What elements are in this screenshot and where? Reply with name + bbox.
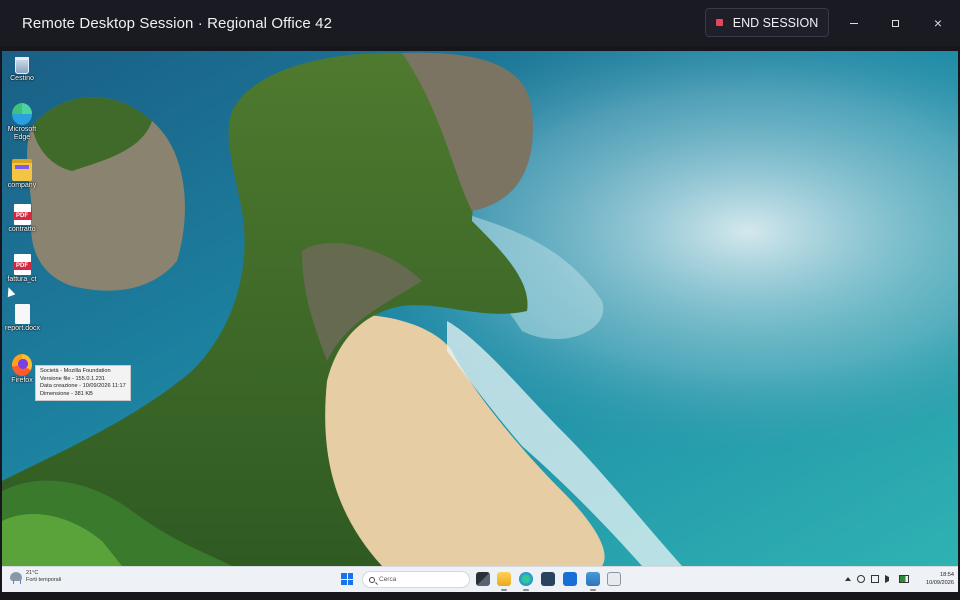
tooltip-line: Dimensione - 381 KB — [40, 390, 93, 397]
store-icon[interactable] — [541, 572, 555, 586]
start-button[interactable] — [341, 573, 353, 585]
task-view-button[interactable] — [476, 572, 490, 586]
folder-icon — [12, 159, 32, 181]
taskbar-search[interactable]: Cerca — [362, 571, 470, 588]
system-tray — [845, 575, 909, 583]
search-icon — [369, 576, 375, 583]
desktop-icon-label: fattura_ct — [7, 276, 37, 283]
end-session-label: END SESSION — [732, 15, 819, 30]
pdf-icon: PDF — [12, 254, 32, 275]
desktop-icon-contratto[interactable]: PDF contratto — [5, 204, 39, 234]
desktop-icon-label: company — [7, 182, 37, 189]
remote-desktop[interactable]: Cestino Microsoft Edge company PDF contr… — [2, 51, 958, 566]
clock-time: 18:54 — [940, 572, 954, 578]
clock-date: 10/09/2026 — [926, 580, 954, 586]
desktop-icon-label: contratto — [8, 226, 36, 233]
volume-icon[interactable] — [885, 575, 893, 583]
desktop-icon-label: Cestino — [10, 75, 34, 82]
network-icon[interactable] — [857, 575, 865, 583]
file-info-tooltip: Società - Mozilla Foundation Versione fi… — [35, 365, 131, 401]
taskbar: 21°C Forti temporali Cerca 18:54 10/09/2… — [2, 566, 958, 592]
weather-description: Forti temporali — [26, 576, 62, 583]
document-icon — [14, 304, 30, 324]
desktop-icon-label: Firefox — [11, 377, 33, 384]
file-explorer-icon[interactable] — [497, 572, 511, 591]
close-icon: × — [933, 15, 943, 31]
end-session-button[interactable]: END SESSION — [705, 8, 829, 37]
edge-icon — [12, 103, 32, 125]
search-placeholder: Cerca — [379, 576, 397, 583]
storm-cloud-icon — [10, 572, 22, 584]
desktop-icon-label: Microsoft Edge — [7, 126, 37, 141]
desktop-icon-recycle-bin[interactable]: Cestino — [5, 57, 39, 83]
chevron-up-icon[interactable] — [845, 577, 851, 581]
maximize-icon — [891, 19, 899, 27]
tooltip-line: Data creazione - 10/09/2026 11:17 — [40, 383, 126, 389]
desktop-icon-company-folder[interactable]: company — [5, 155, 39, 190]
minimize-button[interactable] — [840, 11, 868, 35]
desktop-icon-fattura[interactable]: PDF fattura_ct — [5, 254, 39, 284]
desktop-icon-label: report.docx — [5, 325, 41, 332]
display-icon[interactable] — [871, 575, 879, 583]
firefox-icon — [12, 354, 32, 376]
outlook-icon[interactable] — [563, 572, 577, 586]
close-button[interactable]: × — [924, 11, 952, 35]
maximize-button[interactable] — [881, 11, 909, 35]
window-bottom-border — [0, 592, 960, 600]
taskbar-clock[interactable]: 18:54 10/09/2026 — [918, 571, 954, 587]
tooltip-line: Società - Mozilla Foundation — [40, 368, 111, 374]
weather-widget[interactable]: 21°C Forti temporali — [10, 570, 62, 584]
edge-taskbar-icon[interactable] — [519, 572, 533, 591]
stop-icon — [715, 19, 723, 26]
desktop-icon-firefox[interactable]: Firefox — [5, 354, 39, 385]
desktop-icon-report[interactable]: report.docx — [5, 304, 41, 333]
snipping-tool-icon[interactable] — [607, 572, 621, 586]
tooltip-line: Versione file - 155.0.1.231 — [40, 375, 105, 382]
wallpaper-image — [2, 51, 958, 566]
desktop-icon-edge[interactable]: Microsoft Edge — [5, 103, 39, 142]
pdf-icon: PDF — [12, 204, 32, 225]
notepad-icon[interactable] — [586, 572, 600, 591]
battery-icon[interactable] — [899, 575, 909, 583]
minimize-icon — [850, 22, 858, 24]
window-title-bar: Remote Desktop Session · Regional Office… — [0, 0, 960, 46]
window-title: Remote Desktop Session · Regional Office… — [22, 14, 333, 32]
recycle-bin-icon — [15, 57, 29, 74]
